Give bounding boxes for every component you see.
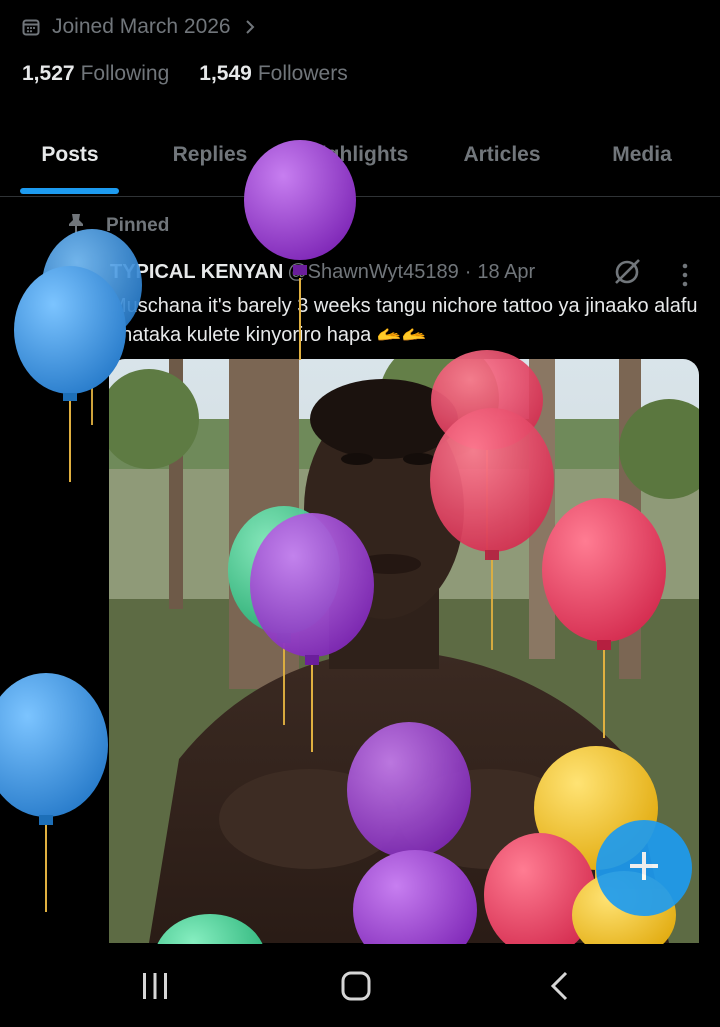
balloon-purple-2 — [250, 513, 374, 752]
back-icon[interactable] — [546, 970, 572, 1007]
recents-icon[interactable] — [140, 970, 170, 1007]
balloon-red-3 — [542, 498, 666, 738]
plus-icon — [627, 849, 661, 888]
balloon-red-2 — [430, 408, 554, 650]
balloon-purple-4 — [353, 850, 477, 944]
system-navigation-bar — [0, 944, 720, 1027]
compose-post-button[interactable] — [596, 820, 692, 916]
balloon-blue-2 — [14, 266, 126, 482]
balloon-green-2 — [157, 914, 263, 944]
balloon-blue-3 — [0, 673, 108, 912]
balloon-purple-1 — [244, 140, 356, 360]
home-icon[interactable] — [340, 970, 372, 1007]
balloons-overlay — [0, 140, 676, 944]
